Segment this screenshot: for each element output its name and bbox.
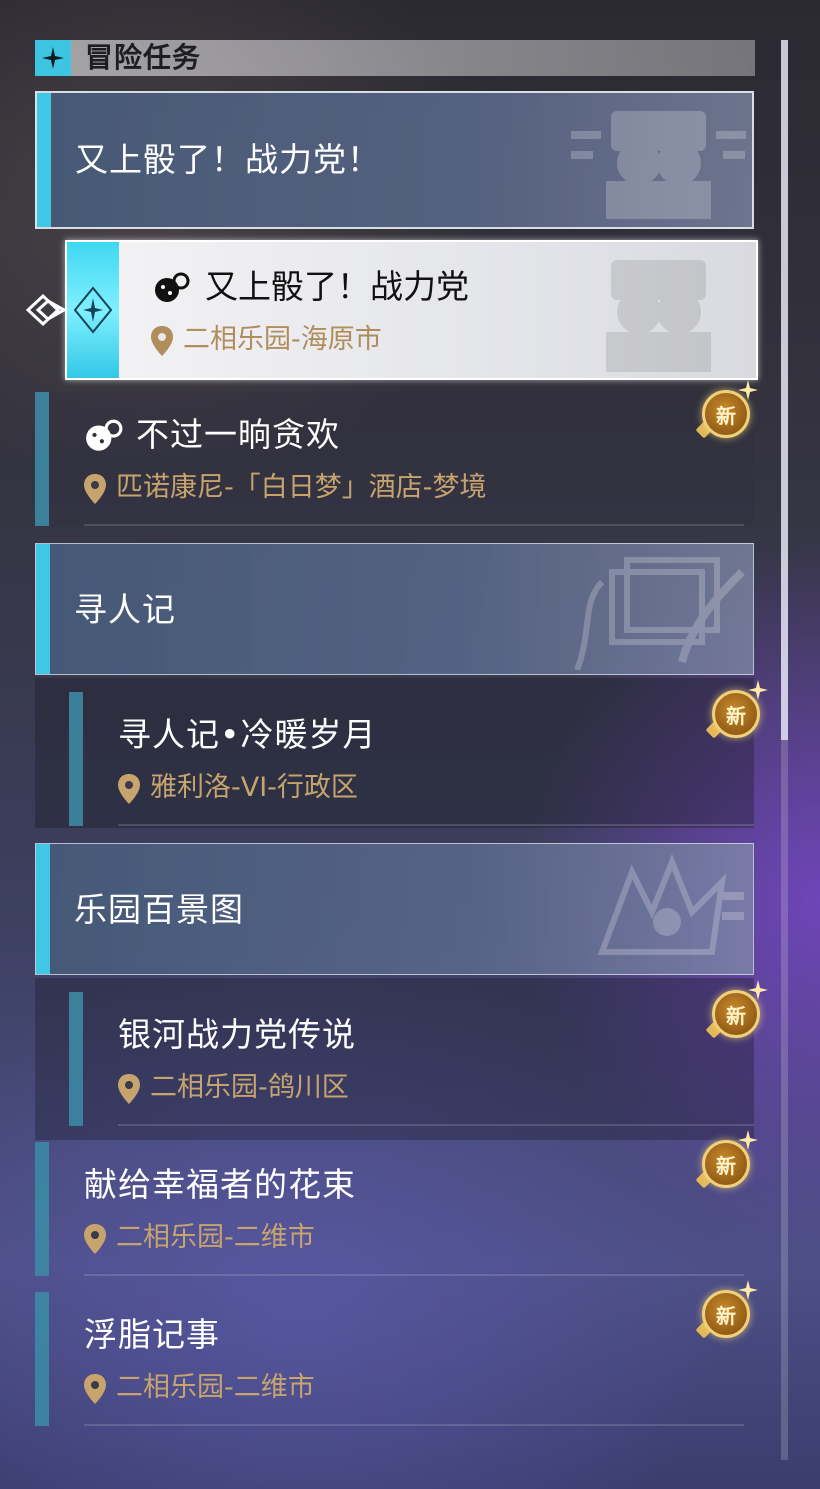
quest-title: 又上骰了！战力党 xyxy=(205,267,469,306)
quest-location: 二相乐园-鸽川区 xyxy=(150,1072,349,1103)
new-badge: 新 xyxy=(695,1280,758,1342)
new-badge: 新 xyxy=(695,1130,758,1192)
selected-tile xyxy=(67,242,119,378)
sparkle-icon xyxy=(748,680,768,700)
quest-title[interactable]: 寻人记•冷暖岁月 xyxy=(118,710,376,760)
category-title: 寻人记 xyxy=(74,590,176,629)
quest-title[interactable]: 银河战力党传说 xyxy=(118,1010,356,1060)
quest-card-selected[interactable]: 又上骰了！战力党 二相乐园-海原市 xyxy=(65,240,758,380)
sparkle-icon xyxy=(748,980,768,1000)
location-pin-icon xyxy=(151,326,173,356)
category-accent-stripe xyxy=(37,93,51,227)
divider xyxy=(84,1274,744,1276)
letters-feather-art-icon xyxy=(574,557,745,670)
dice-quest-icon xyxy=(155,272,190,302)
divider xyxy=(118,1124,754,1126)
location-pin-icon xyxy=(118,1074,140,1104)
sparkle-icon xyxy=(738,380,758,400)
quest-location: 二相乐园-二维市 xyxy=(116,1222,315,1253)
quest-accent-bar xyxy=(35,1142,49,1276)
quest-location: 二相乐园-二维市 xyxy=(116,1372,315,1403)
category-accent-stripe xyxy=(36,544,50,674)
sparkle-icon xyxy=(738,1280,758,1300)
location-pin-icon xyxy=(84,1374,106,1404)
diamond-star-icon xyxy=(35,40,71,76)
quest-location: 二相乐园-海原市 xyxy=(183,324,382,355)
quest-accent-bar xyxy=(35,392,49,526)
sparkle-icon xyxy=(738,1130,758,1150)
quest-accent-bar xyxy=(69,692,83,826)
scrollbar-thumb[interactable] xyxy=(781,40,788,740)
trashcan-mascot-art-icon xyxy=(571,111,746,219)
quest-location: 匹诺康尼-「白日梦」酒店-梦境 xyxy=(116,472,487,503)
quest-title[interactable]: 浮脂记事 xyxy=(84,1310,220,1360)
section-header: 冒险任务 xyxy=(35,40,755,76)
selection-pointer-icon xyxy=(25,293,68,331)
location-pin-icon xyxy=(84,1224,106,1254)
diamond-star-icon xyxy=(73,286,113,334)
new-badge: 新 xyxy=(705,980,768,1042)
trashcan-mascot-art-icon xyxy=(606,260,711,372)
category-header-zhanlidang[interactable]: 又上骰了！战力党！ xyxy=(35,91,754,229)
quest-title[interactable]: 不过一晌贪欢 xyxy=(136,410,340,460)
new-badge: 新 xyxy=(695,380,758,442)
dice-quest-icon xyxy=(86,419,123,451)
quest-accent-bar xyxy=(35,1292,49,1426)
dragon-emblem-art-icon xyxy=(597,853,744,955)
section-title: 冒险任务 xyxy=(85,41,202,74)
quest-location: 雅利洛-VI-行政区 xyxy=(150,772,358,803)
divider xyxy=(84,524,744,526)
category-header-leyuanbaijingtu[interactable]: 乐园百景图 xyxy=(35,843,754,975)
category-accent-stripe xyxy=(36,844,50,974)
category-title: 又上骰了！战力党！ xyxy=(75,140,381,179)
location-pin-icon xyxy=(84,474,106,504)
divider xyxy=(118,824,754,826)
quest-accent-bar xyxy=(69,992,83,1126)
category-title: 乐园百景图 xyxy=(74,890,244,929)
category-header-xunrenji[interactable]: 寻人记 xyxy=(35,543,754,675)
location-pin-icon xyxy=(118,774,140,804)
new-badge: 新 xyxy=(705,680,768,742)
divider xyxy=(84,1424,744,1426)
quest-title[interactable]: 献给幸福者的花束 xyxy=(84,1160,356,1210)
